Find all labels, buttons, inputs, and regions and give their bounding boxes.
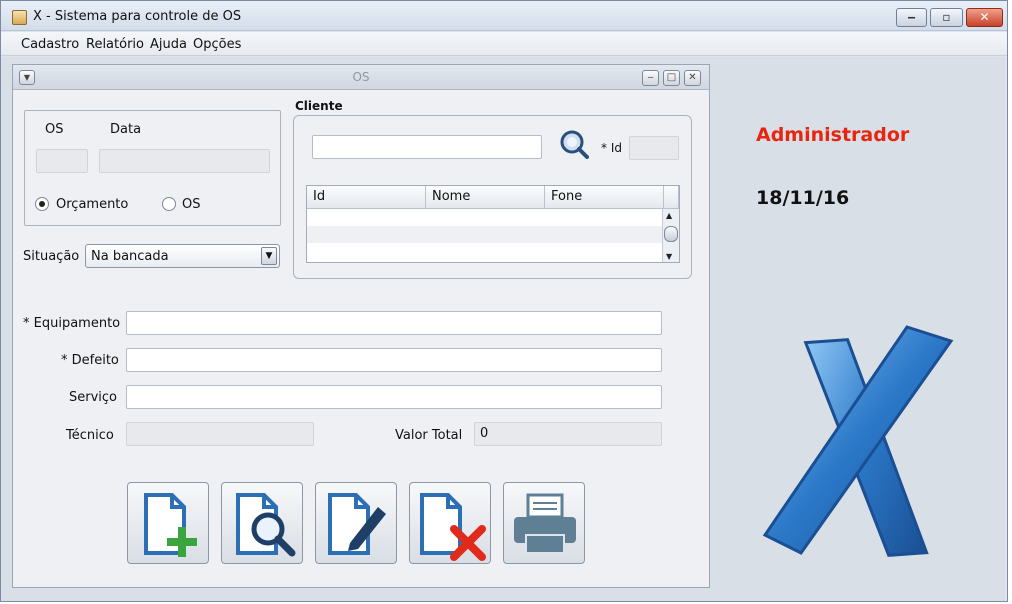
title-bar[interactable]: X - Sistema para controle de OS ‒ ▫ ✕ (1, 1, 1007, 31)
add-os-button[interactable] (127, 482, 209, 564)
tecnico-label: Técnico (66, 428, 114, 443)
print-os-button[interactable] (503, 482, 585, 564)
radio-os-label[interactable]: OS (182, 197, 200, 212)
delete-os-icon (420, 493, 486, 561)
table-scrollbar[interactable]: ▲ ▼ (662, 209, 679, 262)
equipamento-label: * Equipamento (23, 316, 121, 331)
cliente-search-input[interactable] (312, 135, 542, 159)
user-name: Administrador (756, 124, 910, 146)
data-field[interactable] (99, 149, 270, 173)
menu-cadastro[interactable]: Cadastro (21, 37, 79, 52)
frame-minimize-button[interactable]: ‒ (642, 70, 659, 86)
scroll-thumb[interactable] (664, 226, 678, 242)
frame-title-bar[interactable]: ▼ OS ‒ □ ✕ (13, 65, 709, 90)
valor-total-label: Valor Total (395, 428, 463, 443)
search-icon[interactable] (559, 129, 589, 159)
os-number-field[interactable] (36, 149, 88, 173)
minimize-icon: ‒ (907, 10, 916, 24)
cliente-id-label: * Id (601, 141, 622, 155)
situacao-select[interactable]: Na bancada ▼ (85, 244, 280, 268)
menu-opcoes[interactable]: Opções (193, 37, 241, 52)
tecnico-field[interactable] (126, 422, 314, 446)
search-os-icon (236, 493, 296, 557)
servico-label: Serviço (69, 390, 118, 405)
cliente-panel-title: Cliente (295, 99, 343, 113)
table-header-corner (664, 186, 679, 209)
scroll-down-icon[interactable]: ▼ (666, 252, 672, 261)
column-header-fone[interactable]: Fone (545, 186, 664, 209)
add-os-icon (144, 493, 197, 557)
clientes-table[interactable]: Id Nome Fone ▲ ▼ (306, 185, 680, 263)
frame-close-button[interactable]: ✕ (684, 70, 701, 86)
radio-os[interactable] (162, 197, 176, 211)
equipamento-field[interactable] (126, 311, 662, 335)
scroll-up-icon[interactable]: ▲ (666, 211, 672, 220)
main-window: X - Sistema para controle de OS ‒ ▫ ✕ Ca… (0, 0, 1008, 602)
servico-field[interactable] (126, 385, 662, 409)
defeito-field[interactable] (126, 348, 662, 372)
current-date: 18/11/16 (756, 187, 850, 209)
search-os-button[interactable] (221, 482, 303, 564)
edit-os-icon (328, 493, 386, 555)
radio-orcamento[interactable] (35, 197, 49, 211)
data-label: Data (110, 122, 142, 137)
os-label: OS (45, 122, 64, 137)
window-title: X - Sistema para controle de OS (33, 9, 242, 24)
delete-os-button[interactable] (409, 482, 491, 564)
close-button[interactable]: ✕ (966, 8, 1003, 27)
maximize-icon: ▫ (942, 10, 951, 24)
edit-os-button[interactable] (315, 482, 397, 564)
menu-ajuda[interactable]: Ajuda (150, 37, 187, 52)
situacao-label: Situação (23, 249, 80, 264)
column-header-id[interactable]: Id (307, 186, 426, 209)
menu-relatorio[interactable]: Relatório (86, 37, 144, 52)
frame-title: OS (352, 70, 370, 84)
column-header-nome[interactable]: Nome (426, 186, 545, 209)
close-icon: ✕ (979, 10, 990, 24)
defeito-label: * Defeito (61, 353, 119, 368)
situacao-value: Na bancada (91, 249, 169, 264)
table-row[interactable] (307, 226, 664, 243)
java-app-icon (12, 10, 27, 25)
cliente-id-field[interactable] (629, 136, 679, 160)
radio-orcamento-label[interactable]: Orçamento (56, 197, 128, 212)
x-logo (762, 325, 954, 557)
print-os-icon (514, 493, 576, 554)
table-row[interactable] (307, 209, 664, 226)
frame-maximize-button[interactable]: □ (663, 70, 680, 86)
valor-total-field[interactable]: 0 (474, 422, 662, 446)
menu-bar: Cadastro Relatório Ajuda Opções (1, 32, 1007, 56)
minimize-button[interactable]: ‒ (896, 8, 927, 27)
maximize-button[interactable]: ▫ (930, 8, 963, 27)
table-row[interactable] (307, 243, 664, 260)
chevron-down-icon[interactable]: ▼ (261, 247, 277, 265)
